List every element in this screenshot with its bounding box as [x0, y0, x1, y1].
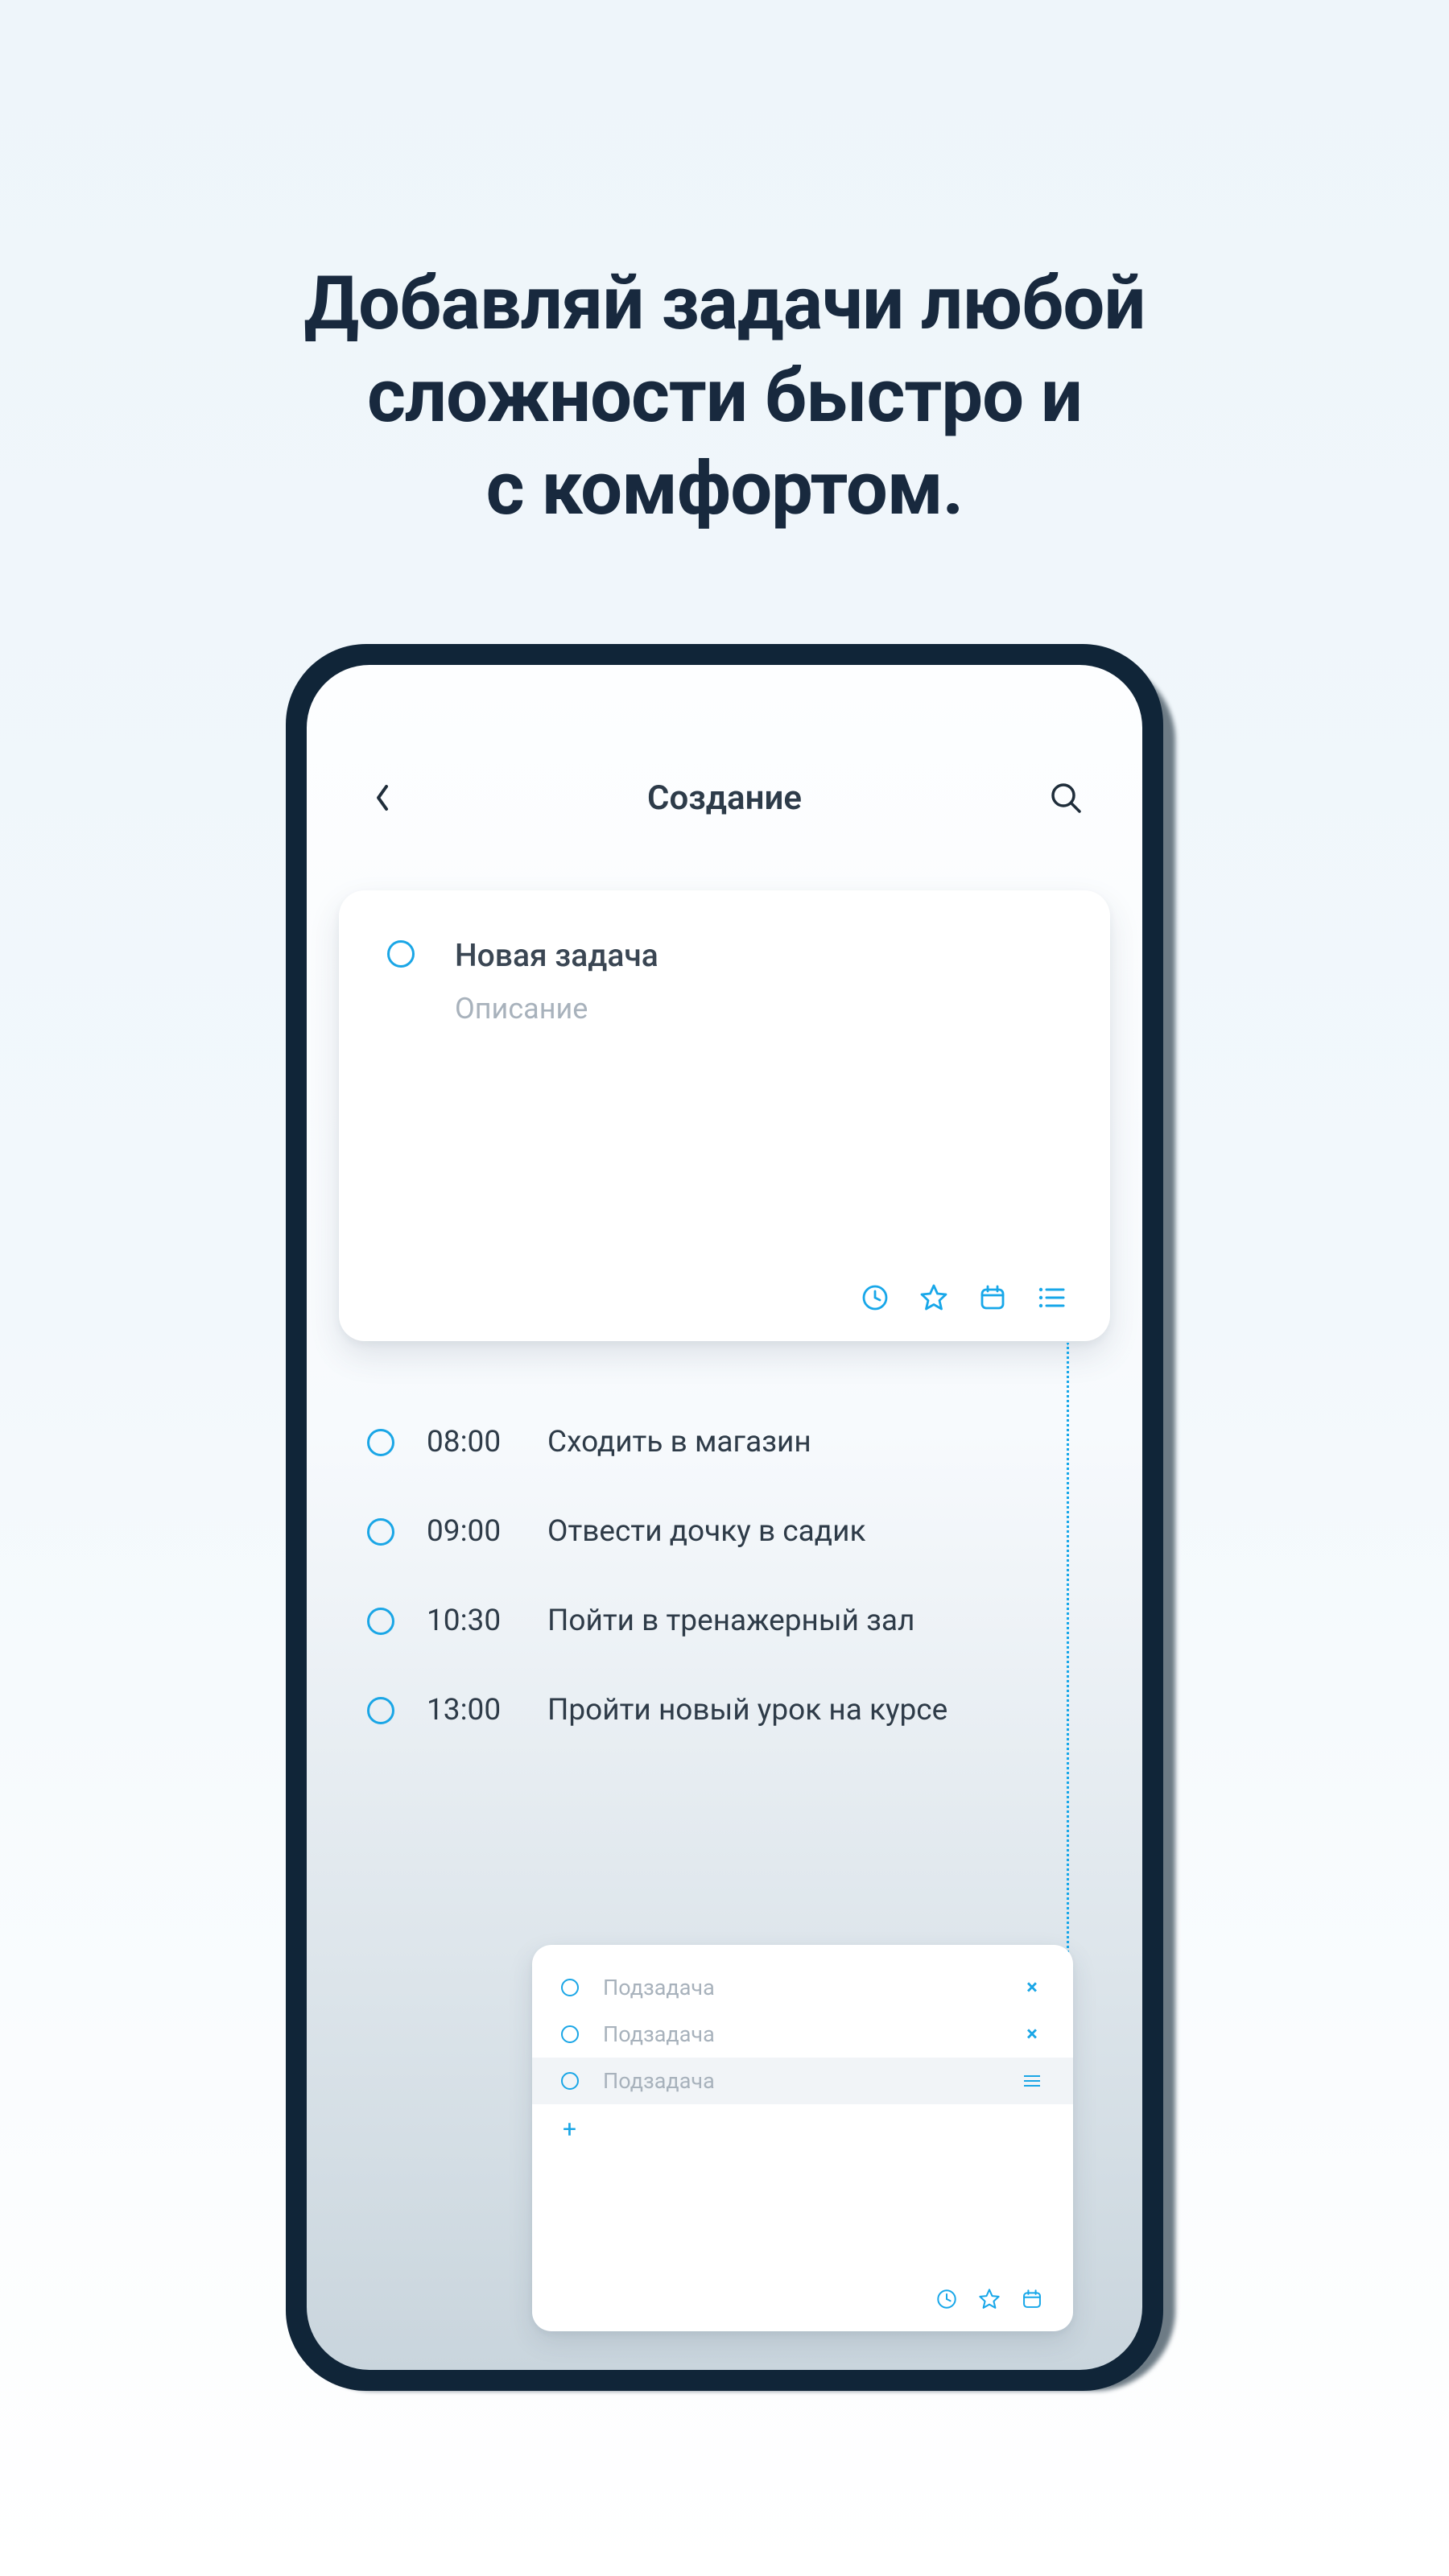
star-icon: [919, 1283, 948, 1312]
calendar-icon: [1022, 2289, 1042, 2310]
hero-line-1: Добавляй задачи любой: [0, 258, 1449, 350]
close-icon: ×: [1026, 2022, 1038, 2046]
hero-line-3: с комфортом.: [0, 443, 1449, 535]
search-button[interactable]: [1046, 778, 1086, 818]
task-title-input[interactable]: Новая задача: [455, 937, 658, 974]
task-row[interactable]: 09:00 Отвести дочку в садик: [367, 1487, 1082, 1576]
clock-icon: [936, 2289, 957, 2310]
add-subtask-button[interactable]: +: [532, 2104, 1073, 2155]
create-card: Новая задача Описание: [339, 890, 1110, 1341]
phone-frame: Создание Новая задача Описание: [286, 644, 1163, 2391]
task-row[interactable]: 13:00 Пройти новый урок на курсе: [367, 1666, 1082, 1755]
plus-icon: +: [563, 2116, 576, 2144]
task-description-input[interactable]: Описание: [455, 992, 658, 1026]
task-checkbox[interactable]: [367, 1518, 394, 1546]
create-text-block: Новая задача Описание: [455, 937, 658, 1026]
task-title: Пройти новый урок на курсе: [547, 1693, 947, 1728]
create-actions: [861, 1283, 1066, 1312]
calendar-button[interactable]: [979, 1284, 1006, 1311]
task-time: 08:00: [427, 1425, 515, 1459]
page-title: Создание: [307, 778, 1142, 818]
subtask-checkbox[interactable]: [561, 2025, 579, 2043]
task-checkbox[interactable]: [387, 940, 415, 968]
subtask-label[interactable]: Подзадача: [603, 1975, 996, 2000]
subtask-row[interactable]: Подзадача ×: [532, 2011, 1073, 2058]
task-title: Пойти в тренажерный зал: [547, 1604, 914, 1638]
task-time: 13:00: [427, 1693, 515, 1728]
subtask-checkbox[interactable]: [561, 1979, 579, 1996]
task-time: 10:30: [427, 1604, 515, 1638]
hero-line-2: сложности быстро и: [0, 350, 1449, 443]
subtasks-button[interactable]: [1037, 1286, 1066, 1310]
favorite-button[interactable]: [978, 2288, 1001, 2310]
star-icon: [978, 2288, 1001, 2310]
task-row[interactable]: 08:00 Сходить в магазин: [367, 1397, 1082, 1487]
subtask-checkbox[interactable]: [561, 2072, 579, 2090]
drag-icon: [1024, 2075, 1040, 2077]
drag-icon: [1024, 2080, 1040, 2082]
subtask-actions: [936, 2288, 1042, 2310]
subtask-row[interactable]: Подзадача ×: [532, 1964, 1073, 2011]
subtask-remove[interactable]: ×: [1020, 1975, 1044, 2000]
drag-icon: [1024, 2085, 1040, 2087]
task-title: Отвести дочку в садик: [547, 1514, 865, 1549]
calendar-button[interactable]: [1022, 2289, 1042, 2310]
search-icon: [1049, 781, 1083, 815]
subtask-drag-handle[interactable]: [1020, 2075, 1044, 2087]
list-icon: [1037, 1286, 1066, 1310]
time-button[interactable]: [936, 2289, 957, 2310]
phone-screen: Создание Новая задача Описание: [307, 665, 1142, 2370]
subtask-label[interactable]: Подзадача: [603, 2021, 996, 2047]
subtask-row[interactable]: Подзадача: [532, 2058, 1073, 2104]
task-title: Сходить в магазин: [547, 1425, 811, 1459]
subtask-label[interactable]: Подзадача: [603, 2068, 996, 2094]
task-list: 08:00 Сходить в магазин 09:00 Отвести до…: [367, 1397, 1082, 1755]
task-row[interactable]: 10:30 Пойти в тренажерный зал: [367, 1576, 1082, 1666]
favorite-button[interactable]: [919, 1283, 948, 1312]
topbar: Создание: [307, 762, 1142, 834]
time-button[interactable]: [861, 1284, 889, 1311]
task-checkbox[interactable]: [367, 1608, 394, 1635]
task-checkbox[interactable]: [367, 1697, 394, 1724]
subtasks-card: Подзадача × Подзадача × Подзадача +: [532, 1945, 1073, 2331]
subtask-remove[interactable]: ×: [1020, 2022, 1044, 2046]
close-icon: ×: [1026, 1975, 1038, 2000]
clock-icon: [861, 1284, 889, 1311]
task-time: 09:00: [427, 1514, 515, 1549]
hero-title: Добавляй задачи любой сложности быстро и…: [0, 258, 1449, 535]
create-top-row: Новая задача Описание: [387, 937, 1062, 1026]
back-button[interactable]: [363, 778, 403, 818]
calendar-icon: [979, 1284, 1006, 1311]
task-checkbox[interactable]: [367, 1429, 394, 1456]
chevron-left-icon: [374, 782, 393, 814]
